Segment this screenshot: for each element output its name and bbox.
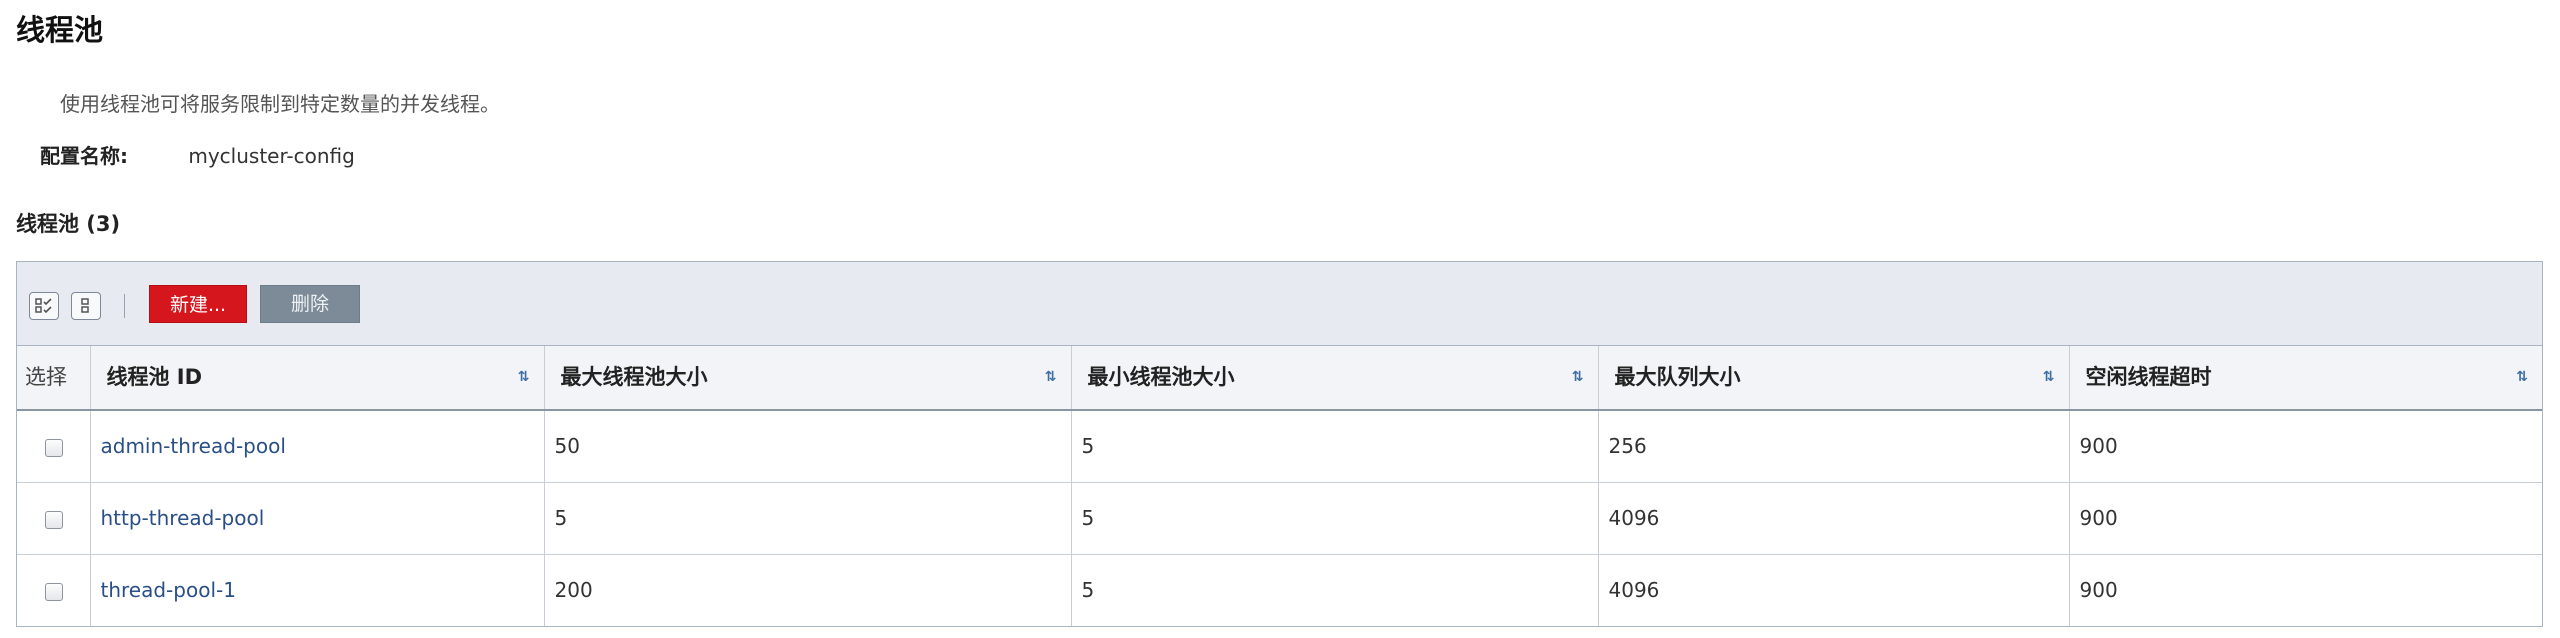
- thread-pool-link[interactable]: http-thread-pool: [101, 506, 265, 530]
- table-row: http-thread-pool 5 5 4096 900: [17, 482, 2542, 555]
- sort-icon[interactable]: ⇅: [2043, 370, 2055, 384]
- max-queue-size-cell: 256: [1598, 410, 2070, 483]
- page-title: 线程池: [16, 13, 104, 47]
- table-title: 线程池 (3): [16, 208, 120, 240]
- table-header-row: 选择 线程池 ID ⇅ 最大线程池大小 ⇅ 最小线程池大小 ⇅ 最大队列大小 ⇅…: [17, 346, 2542, 411]
- max-queue-size-cell: 4096: [1598, 554, 2070, 626]
- row-checkbox[interactable]: [45, 510, 63, 529]
- idle-timeout-cell: 900: [2069, 482, 2542, 555]
- sort-icon[interactable]: ⇅: [2516, 370, 2528, 384]
- thread-pool-link[interactable]: thread-pool-1: [101, 578, 236, 602]
- thread-pool-id-cell: admin-thread-pool: [90, 410, 545, 483]
- thread-pool-grid: 选择 线程池 ID ⇅ 最大线程池大小 ⇅ 最小线程池大小 ⇅ 最大队列大小 ⇅…: [17, 346, 2542, 626]
- sort-icon[interactable]: ⇅: [518, 370, 530, 384]
- delete-button[interactable]: 删除: [260, 285, 360, 323]
- page-description: 使用线程池可将服务限制到特定数量的并发线程。: [60, 92, 500, 116]
- column-header-max-pool-size[interactable]: 最大线程池大小 ⇅: [544, 346, 1072, 411]
- sort-icon[interactable]: ⇅: [1572, 370, 1584, 384]
- new-button[interactable]: 新建...: [149, 285, 247, 323]
- table-title-text: 线程池 (3): [16, 212, 121, 236]
- toolbar-separator: [124, 294, 125, 318]
- column-header-id[interactable]: 线程池 ID ⇅: [90, 346, 545, 411]
- column-header-select: 选择: [17, 346, 91, 411]
- min-pool-size-cell: 5: [1071, 410, 1599, 483]
- thread-pools-page: 线程池 使用线程池可将服务限制到特定数量的并发线程。 配置名称: myclust…: [0, 0, 2560, 638]
- thread-pool-id-cell: thread-pool-1: [90, 554, 545, 626]
- deselect-all-icon[interactable]: [71, 292, 101, 320]
- thread-pool-link[interactable]: admin-thread-pool: [101, 434, 286, 458]
- idle-timeout-cell: 900: [2069, 410, 2542, 483]
- max-queue-size-cell: 4096: [1598, 482, 2070, 555]
- table-toolbar: 新建... 删除: [17, 262, 2542, 346]
- thread-pool-table: 新建... 删除 选择 线程池 ID ⇅ 最大线程池大小 ⇅ 最小线程池大小 ⇅…: [16, 261, 2543, 627]
- column-header-max-queue-size[interactable]: 最大队列大小 ⇅: [1598, 346, 2070, 411]
- row-checkbox[interactable]: [45, 438, 63, 457]
- idle-timeout-cell: 900: [2079, 578, 2118, 603]
- table-row: admin-thread-pool 50 5 256 900: [17, 410, 2542, 483]
- max-pool-size-cell: 50: [544, 410, 1072, 483]
- row-select-cell: [17, 554, 91, 626]
- table-row: thread-pool-1 200 5 4096 900: [17, 554, 2542, 626]
- row-select-cell: [17, 410, 91, 483]
- max-pool-size-cell: 5: [544, 482, 1072, 555]
- min-pool-size-cell: 5: [1071, 482, 1599, 555]
- row-select-cell: [17, 482, 91, 555]
- select-all-icon[interactable]: [29, 292, 59, 320]
- sort-icon[interactable]: ⇅: [1045, 370, 1057, 384]
- max-pool-size-cell: 200: [544, 554, 1072, 626]
- config-name-value: mycluster-config: [188, 144, 355, 168]
- thread-pool-id-cell: http-thread-pool: [90, 482, 545, 555]
- column-header-min-pool-size[interactable]: 最小线程池大小 ⇅: [1071, 346, 1599, 411]
- config-name-row: 配置名称: mycluster-config: [40, 140, 355, 172]
- column-header-idle-timeout[interactable]: 空闲线程超时 ⇅: [2069, 346, 2542, 411]
- row-checkbox[interactable]: [45, 582, 63, 601]
- config-name-label: 配置名称:: [40, 144, 128, 168]
- min-pool-size-cell: 5: [1071, 554, 1599, 626]
